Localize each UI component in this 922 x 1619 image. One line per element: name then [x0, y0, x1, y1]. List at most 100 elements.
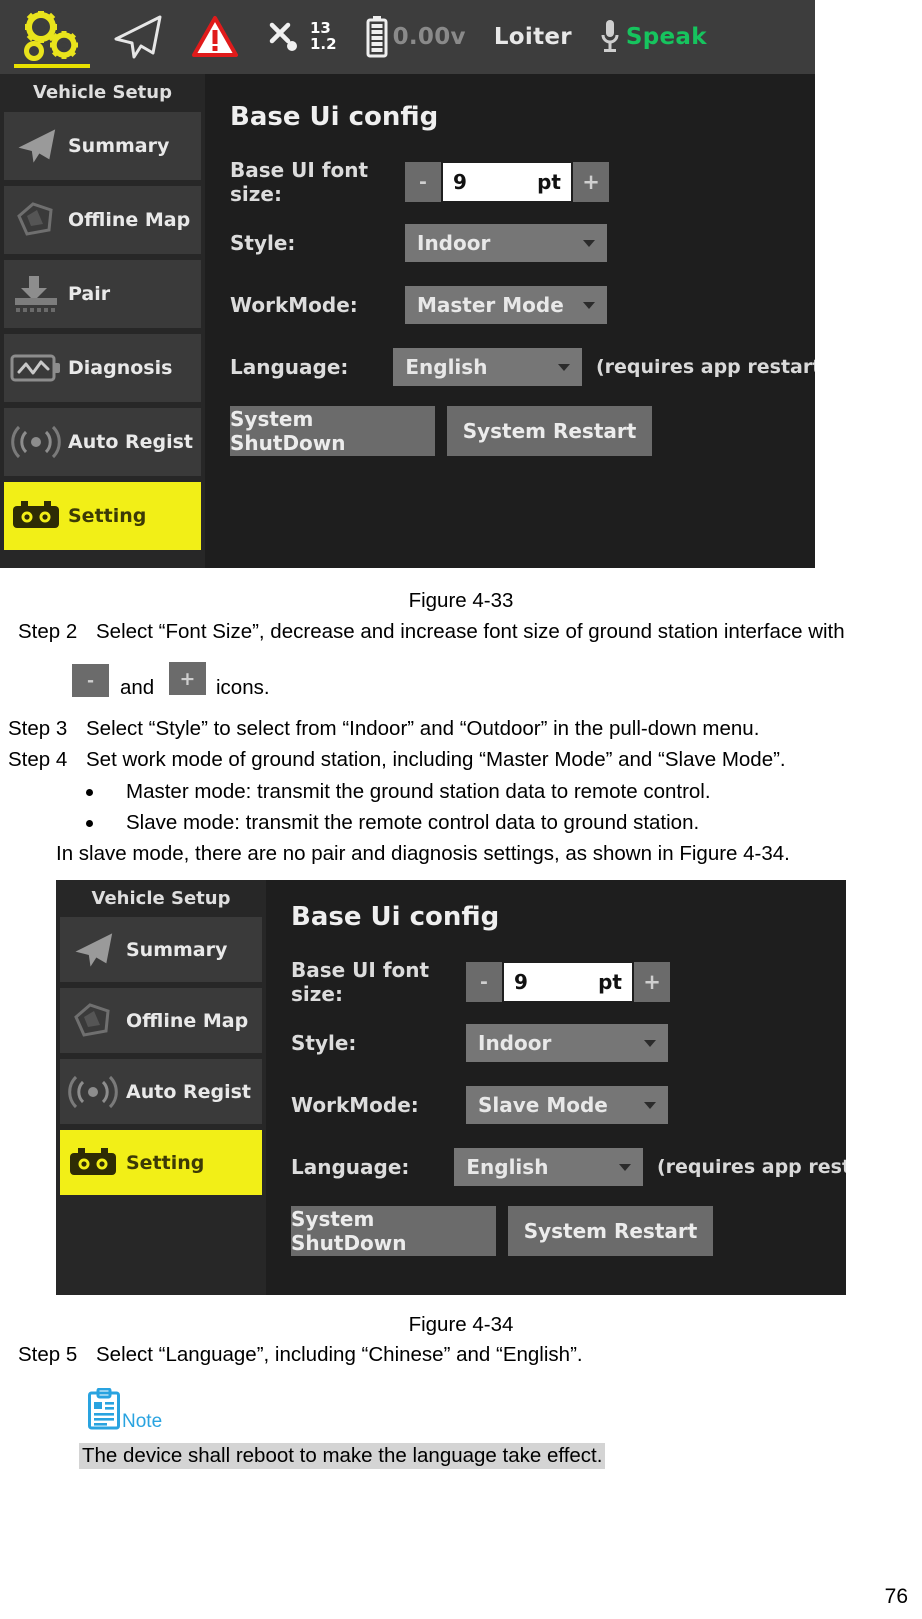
- workmode-select[interactable]: Slave Mode: [466, 1086, 668, 1124]
- system-restart-button[interactable]: System Restart: [447, 406, 652, 456]
- font-size-increase-button[interactable]: +: [573, 162, 609, 202]
- font-size-input[interactable]: 9 pt: [443, 163, 571, 201]
- signal-waves-icon: [60, 1072, 126, 1112]
- sidebar-item-label: Diagnosis: [68, 357, 173, 379]
- bullet-marker: [86, 789, 93, 796]
- language-select[interactable]: English: [393, 348, 582, 386]
- figure-4-33-caption: Figure 4-33: [408, 589, 514, 612]
- system-shutdown-button[interactable]: System ShutDown: [230, 406, 435, 456]
- toolbar-flight-mode[interactable]: Loiter: [480, 0, 586, 74]
- battery-icon: [365, 15, 389, 59]
- gps-hdop: 1.2: [310, 35, 337, 53]
- font-size-increase-button[interactable]: +: [634, 962, 670, 1002]
- sidebar-item-label: Setting: [126, 1151, 205, 1174]
- font-size-stepper: - 9 pt +: [405, 162, 609, 202]
- language-row: Language: English (requires app restart): [291, 1148, 846, 1186]
- warning-triangle-icon: [192, 15, 238, 59]
- language-restart-hint: (requires app restart): [656, 1156, 846, 1178]
- slave-mode-paragraph: In slave mode, there are no pair and dia…: [56, 842, 790, 865]
- decrease-icon-chip: -: [72, 664, 109, 697]
- sidebar-item-diagnosis[interactable]: Diagnosis: [4, 334, 201, 402]
- system-shutdown-button[interactable]: System ShutDown: [291, 1206, 496, 1256]
- toolbar-vehicle-tab[interactable]: [96, 0, 178, 74]
- panel-title: Base Ui config: [230, 102, 439, 132]
- workmode-select[interactable]: Master Mode: [405, 286, 607, 324]
- font-size-unit: pt: [537, 170, 561, 194]
- note-label: Note: [122, 1411, 163, 1432]
- language-value: English: [405, 355, 488, 379]
- font-size-row: Base UI font size: - 9 pt +: [291, 958, 846, 1006]
- vehicle-setup-sidebar: Vehicle Setup Summary Offline Map: [0, 74, 205, 568]
- vehicle-setup-sidebar: Vehicle Setup Summary Offline Map: [56, 880, 266, 1295]
- sidebar-item-label: Summary: [126, 938, 228, 961]
- system-buttons-row: System ShutDown System Restart: [291, 1206, 713, 1256]
- sidebar-item-pair[interactable]: Pair: [4, 260, 201, 328]
- language-label: Language:: [291, 1155, 410, 1179]
- system-buttons-row: System ShutDown System Restart: [230, 406, 652, 456]
- paper-plane-icon: [110, 13, 164, 61]
- sidebar-item-label: Pair: [68, 283, 111, 305]
- bullet-slave-mode: Slave mode: transmit the remote control …: [126, 811, 700, 834]
- setting-gear-icon: [60, 1146, 126, 1180]
- style-label: Style:: [291, 1031, 357, 1055]
- sidebar-item-setting[interactable]: Setting: [60, 1130, 262, 1195]
- toolbar-battery-status[interactable]: 0.00v: [351, 0, 480, 74]
- font-size-row: Base UI font size: - 9 pt +: [230, 158, 790, 206]
- font-size-input[interactable]: 9 pt: [504, 963, 632, 1001]
- step-5-text: Select “Language”, including “Chinese” a…: [96, 1343, 583, 1366]
- style-row: Style: Indoor: [230, 224, 790, 262]
- step-2-and: and: [120, 676, 155, 699]
- style-select[interactable]: Indoor: [466, 1024, 668, 1062]
- system-restart-button[interactable]: System Restart: [508, 1206, 713, 1256]
- style-row: Style: Indoor: [291, 1024, 846, 1062]
- sidebar-item-summary[interactable]: Summary: [4, 112, 201, 180]
- diagnosis-battery-icon: [4, 351, 68, 385]
- language-value: English: [466, 1155, 549, 1179]
- sidebar-item-label: Auto Regist: [68, 431, 194, 453]
- sidebar-item-offline-map[interactable]: Offline Map: [60, 988, 262, 1053]
- note-icon: [88, 1387, 120, 1435]
- sidebar-item-auto-regist[interactable]: Auto Regist: [60, 1059, 262, 1124]
- style-label: Style:: [230, 231, 296, 255]
- style-select[interactable]: Indoor: [405, 224, 607, 262]
- sidebar-item-summary[interactable]: Summary: [60, 917, 262, 982]
- toolbar-settings-tab[interactable]: [8, 0, 96, 74]
- sidebar-item-label: Offline Map: [68, 209, 191, 231]
- base-ui-config-panel: Base Ui config Base UI font size: - 9 pt…: [266, 880, 846, 1295]
- font-size-decrease-button[interactable]: -: [405, 162, 441, 202]
- workmode-label: WorkMode:: [291, 1093, 419, 1117]
- sidebar-item-offline-map[interactable]: Offline Map: [4, 186, 201, 254]
- toolbar-gps-status[interactable]: 13 1.2: [252, 0, 351, 74]
- workmode-value: Master Mode: [417, 293, 564, 317]
- language-label: Language:: [230, 355, 349, 379]
- pair-download-icon: [4, 274, 68, 314]
- step-2-tail: icons.: [216, 676, 270, 699]
- bullet-master-mode: Master mode: transmit the ground station…: [126, 780, 711, 803]
- language-select[interactable]: English: [454, 1148, 643, 1186]
- workmode-value: Slave Mode: [478, 1093, 608, 1117]
- language-restart-hint: (requires app restart): [595, 356, 815, 378]
- bullet-marker: [86, 820, 93, 827]
- sidebar-item-auto-regist[interactable]: Auto Regist: [4, 408, 201, 476]
- figure-4-34-screenshot: Vehicle Setup Summary Offline Map Auto R…: [56, 880, 846, 1295]
- font-size-unit: pt: [598, 970, 622, 994]
- language-row: Language: English (requires app restart): [230, 348, 815, 386]
- page-number: 76: [884, 1585, 908, 1608]
- polygon-map-icon: [60, 1001, 126, 1041]
- step-4-text: Set work mode of ground station, includi…: [86, 748, 786, 771]
- font-size-decrease-button[interactable]: -: [466, 962, 502, 1002]
- gears-icon: [22, 11, 82, 63]
- workmode-label: WorkMode:: [230, 293, 358, 317]
- font-size-stepper: - 9 pt +: [466, 962, 670, 1002]
- sidebar-item-setting[interactable]: Setting: [4, 482, 201, 550]
- step-3-prefix: Step 3: [8, 717, 68, 740]
- sidebar-item-label: Offline Map: [126, 1009, 249, 1032]
- flight-mode-label: Loiter: [493, 24, 572, 50]
- toolbar-warning-tab[interactable]: [178, 0, 252, 74]
- style-value: Indoor: [417, 231, 491, 255]
- toolbar-speak-button[interactable]: Speak: [586, 0, 721, 74]
- signal-waves-icon: [4, 422, 68, 462]
- speak-label: Speak: [625, 24, 707, 50]
- chevron-down-icon: [583, 301, 595, 309]
- workmode-row: WorkMode: Master Mode: [230, 286, 790, 324]
